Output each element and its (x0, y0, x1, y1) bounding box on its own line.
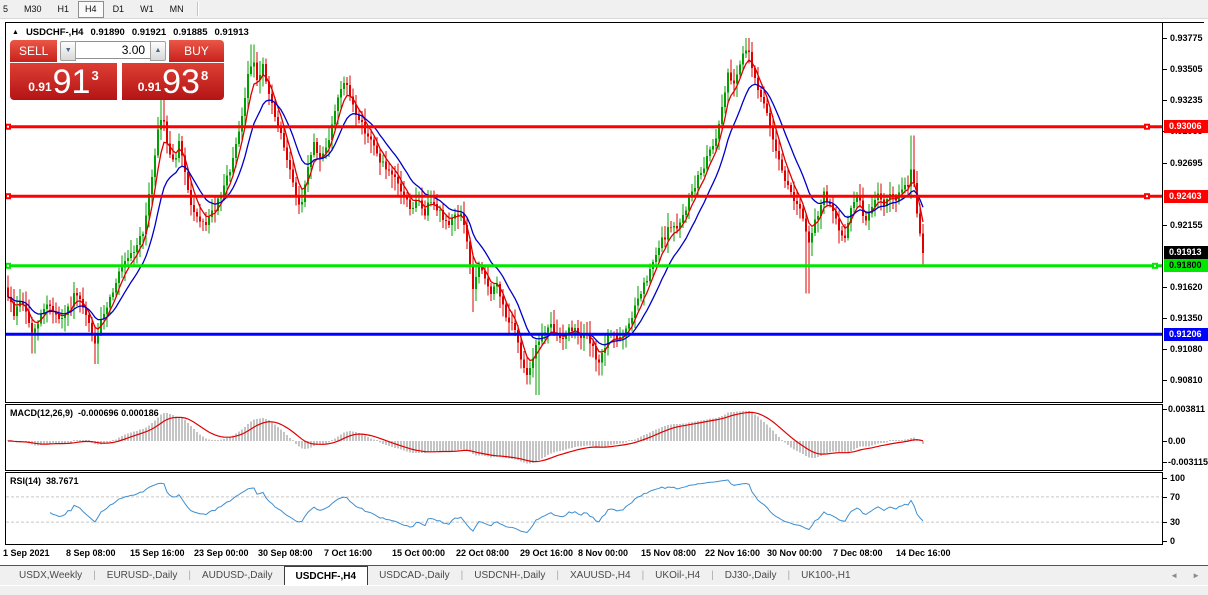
rsi-tick-mark (1163, 522, 1167, 523)
rsi-tick-label: 30 (1170, 517, 1180, 527)
macd-tick-mark (1163, 409, 1167, 410)
price-tick-mark (1163, 131, 1167, 132)
price-tick-label: 0.92155 (1170, 220, 1203, 230)
tab-usdx-weekly[interactable]: USDX,Weekly (8, 566, 93, 585)
buy-price-display[interactable]: 0.91 93 8 (122, 63, 224, 100)
price-tick-mark (1163, 100, 1167, 101)
volume-decrease-button[interactable]: ▼ (60, 41, 76, 61)
time-label: 23 Sep 00:00 (194, 548, 249, 558)
rsi-panel[interactable] (5, 472, 1163, 545)
rsi-tick-mark (1163, 541, 1167, 542)
macd-panel[interactable] (5, 404, 1163, 471)
tab-usdchf-h4[interactable]: USDCHF-,H4 (284, 566, 369, 585)
price-tick-label: 0.93775 (1170, 33, 1203, 43)
price-tick-label: 0.91620 (1170, 282, 1203, 292)
volume-input[interactable] (76, 41, 150, 59)
price-tick-mark (1163, 380, 1167, 381)
time-label: 30 Nov 00:00 (767, 548, 822, 558)
buy-price-big: 93 (162, 65, 200, 99)
price-tick-label: 0.93505 (1170, 64, 1203, 74)
price-tick-label: 0.91080 (1170, 344, 1203, 354)
price-tick-mark (1163, 225, 1167, 226)
rsi-tick-mark (1163, 478, 1167, 479)
price-tick-mark (1163, 349, 1167, 350)
sell-price-pips: 3 (91, 68, 98, 83)
time-label: 7 Dec 08:00 (833, 548, 883, 558)
current-price-badge: 0.91913 (1164, 246, 1208, 259)
timeframe-button-h1[interactable]: H1 (51, 1, 77, 18)
tab-uk100-h1[interactable]: UK100-,H1 (790, 566, 861, 585)
rsi-tick-label: 70 (1170, 492, 1180, 502)
time-label: 15 Sep 16:00 (130, 548, 185, 558)
time-label: 14 Dec 16:00 (896, 548, 951, 558)
time-label: 29 Oct 16:00 (520, 548, 573, 558)
timeframe-button-h4[interactable]: H4 (78, 1, 104, 18)
timeframe-button-w1[interactable]: W1 (133, 1, 161, 18)
tab-usdcad-daily[interactable]: USDCAD-,Daily (368, 566, 461, 585)
toolbar-separator (197, 2, 198, 16)
rsi-tick-label: 100 (1170, 473, 1185, 483)
price-tick-label: 0.93235 (1170, 95, 1203, 105)
chart-tabbar: USDX,Weekly|EURUSD-,Daily|AUDUSD-,DailyU… (0, 565, 1208, 585)
price-tick-label: 0.91350 (1170, 313, 1203, 323)
macd-tick-mark (1163, 462, 1167, 463)
price-line-badge: 0.91206 (1164, 328, 1208, 341)
timeframe-button-mn[interactable]: MN (163, 1, 191, 18)
timeframe-button-m30[interactable]: M30 (17, 1, 49, 18)
time-label: 22 Oct 08:00 (456, 548, 509, 558)
time-label: 8 Sep 08:00 (66, 548, 116, 558)
macd-tick-label: -0.003115 (1168, 457, 1208, 467)
price-tick-label: 0.92695 (1170, 158, 1203, 168)
buy-button[interactable]: BUY (169, 40, 224, 62)
price-tick-mark (1163, 163, 1167, 164)
time-label: 1 Sep 2021 (3, 548, 50, 558)
tab-ukoil-h4[interactable]: UKOil-,H4 (644, 566, 711, 585)
price-tick-mark (1163, 69, 1167, 70)
price-line-badge: 0.91800 (1164, 259, 1208, 272)
timeframe-button-d1[interactable]: D1 (106, 1, 132, 18)
sell-price-prefix: 0.91 (28, 80, 51, 94)
price-line-badge: 0.93006 (1164, 120, 1208, 133)
price-tick-label: 0.90810 (1170, 375, 1203, 385)
tab-audusd-daily[interactable]: AUDUSD-,Daily (191, 566, 284, 585)
tab-scroll-right-icon[interactable]: ► (1192, 571, 1200, 580)
price-tick-label: 0.92965 (1170, 126, 1203, 136)
macd-tick-label: 0.00 (1168, 436, 1186, 446)
time-label: 22 Nov 16:00 (705, 548, 760, 558)
macd-tick-label: 0.003811 (1168, 404, 1205, 414)
rsi-tick-label: 0 (1170, 536, 1175, 546)
rsi-tick-mark (1163, 497, 1167, 498)
time-label: 8 Nov 00:00 (578, 548, 628, 558)
chart-frame-line (1163, 22, 1204, 23)
timeframe-toolbar: 5M30H1H4D1W1MN (0, 0, 1208, 19)
price-tick-mark (1163, 38, 1167, 39)
price-tick-mark (1163, 287, 1167, 288)
mt4-chart-window: 5M30H1H4D1W1MN ▲ USDCHF-,H4 0.91890 0.91… (0, 0, 1208, 595)
macd-tick-mark (1163, 441, 1167, 442)
tab-dj30-daily[interactable]: DJ30-,Daily (714, 566, 788, 585)
tab-usdcnh-daily[interactable]: USDCNH-,Daily (463, 566, 556, 585)
buy-price-prefix: 0.91 (138, 80, 161, 94)
tab-scroll-arrows: ◄ ► (1170, 571, 1200, 580)
timeframe-button-5[interactable]: 5 (0, 1, 15, 18)
sell-price-display[interactable]: 0.91 91 3 (10, 63, 117, 100)
sell-price-big: 91 (53, 65, 91, 99)
price-tick-mark (1163, 318, 1167, 319)
tab-xauusd-h4[interactable]: XAUUSD-,H4 (559, 566, 642, 585)
time-label: 30 Sep 08:00 (258, 548, 313, 558)
status-bar (0, 585, 1208, 595)
sell-button[interactable]: SELL (10, 40, 57, 62)
tab-eurusd-daily[interactable]: EURUSD-,Daily (96, 566, 189, 585)
time-label: 15 Oct 00:00 (392, 548, 445, 558)
one-click-trading-widget: SELL ▼ ▲ BUY 0.91 91 3 0.91 93 8 (10, 40, 224, 100)
price-line-badge: 0.92403 (1164, 190, 1208, 203)
buy-price-pips: 8 (201, 68, 208, 83)
time-label: 7 Oct 16:00 (324, 548, 372, 558)
tab-scroll-left-icon[interactable]: ◄ (1170, 571, 1178, 580)
time-label: 15 Nov 08:00 (641, 548, 696, 558)
volume-increase-button[interactable]: ▲ (150, 41, 166, 61)
